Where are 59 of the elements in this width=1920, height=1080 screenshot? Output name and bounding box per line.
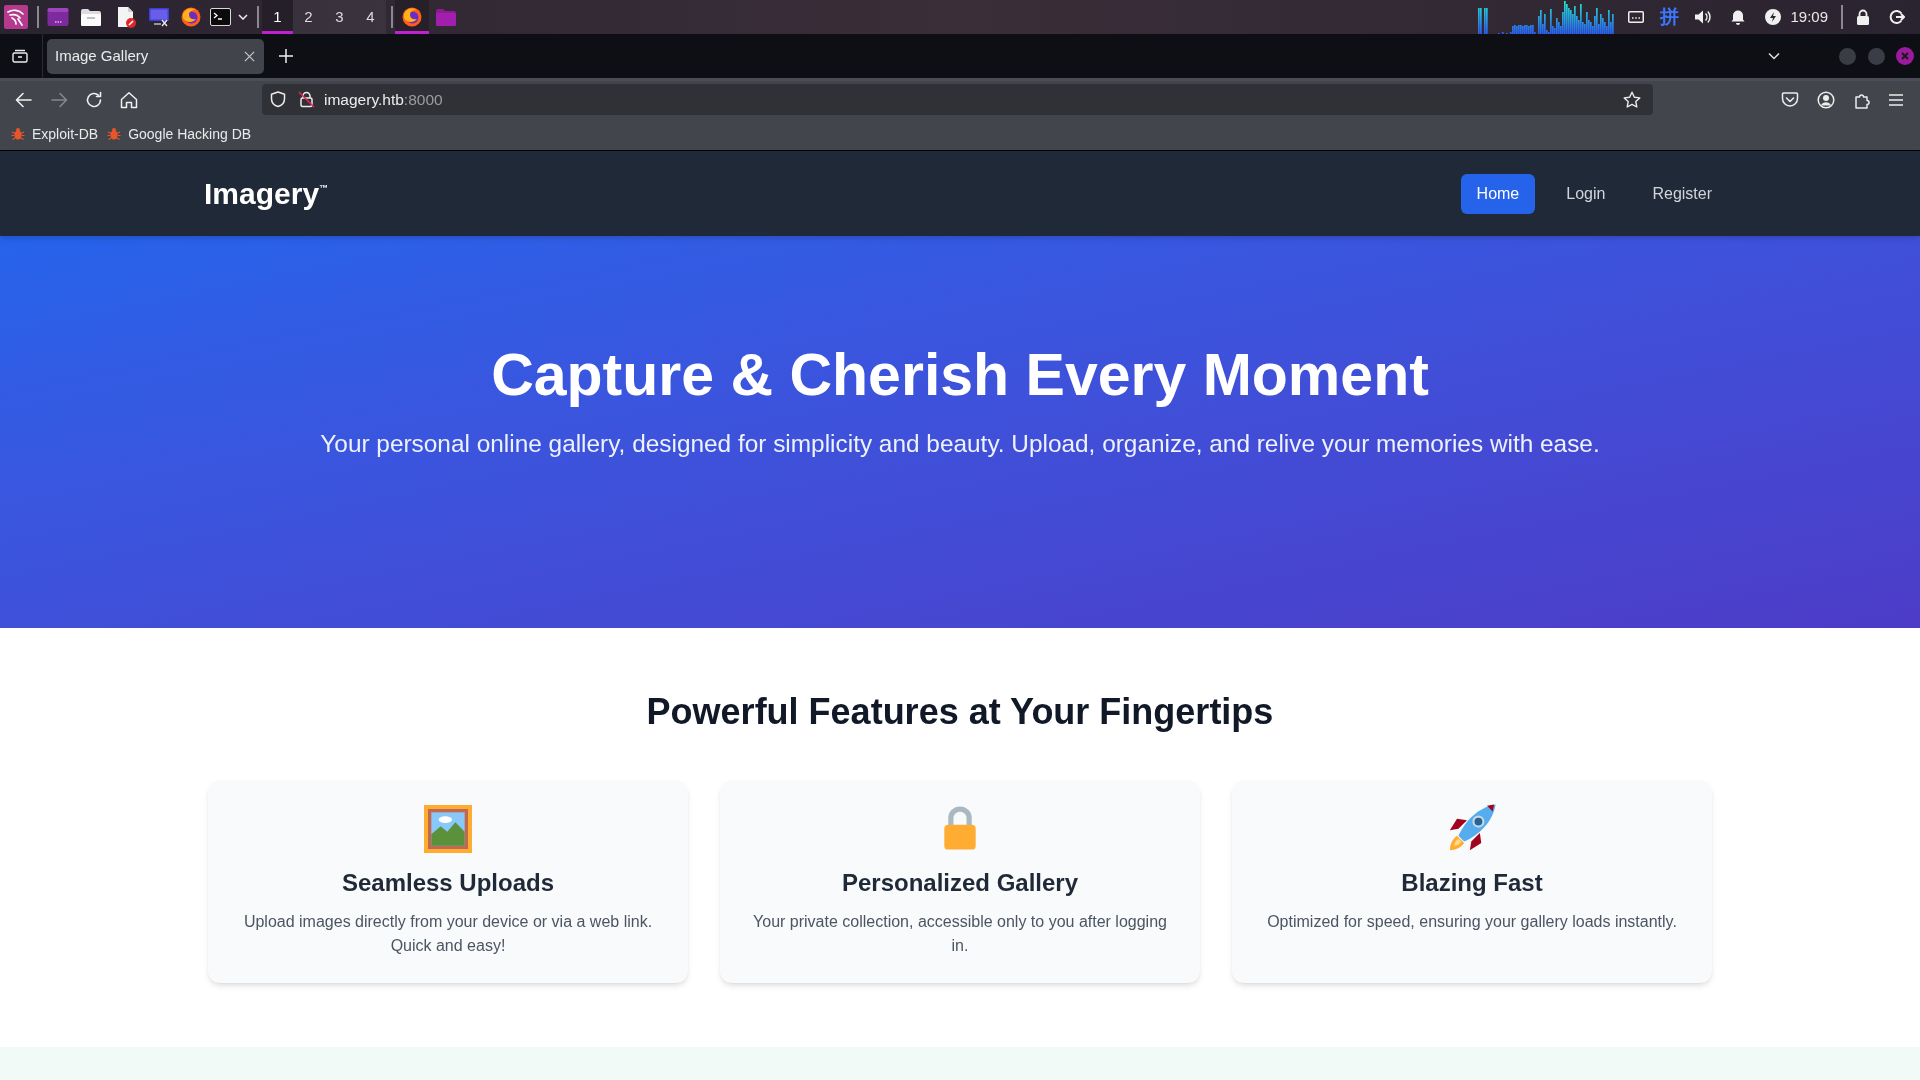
chevron-down-icon[interactable]	[1768, 52, 1780, 60]
close-icon[interactable]	[1896, 47, 1914, 65]
document-edit-icon[interactable]	[116, 6, 136, 28]
monitor-icon[interactable]	[148, 7, 170, 27]
nav-link[interactable]: Home	[1460, 173, 1536, 214]
browser-icon[interactable]	[181, 7, 201, 27]
volume-icon[interactable]	[1694, 9, 1713, 25]
shield-icon[interactable]	[270, 91, 286, 108]
bookmark-link[interactable]: Exploit-DB	[11, 123, 99, 145]
workspace-button[interactable]: 3	[324, 0, 355, 34]
bolt-icon[interactable]	[1765, 9, 1782, 25]
close-icon[interactable]	[244, 50, 255, 62]
clock[interactable]: 19:09	[1790, 5, 1828, 29]
bookmark-link[interactable]: Google Hacking DB	[107, 123, 252, 145]
hero-subtitle: Your personal online gallery, designed for simplicity and beauty. Upload, organize, and relive your memories with ease.	[320, 429, 1600, 459]
hero-title: Capture & Cherish Every Moment	[491, 345, 1429, 405]
rocket-icon	[1447, 803, 1497, 853]
site-logo[interactable]: Imagery$^{™}$	[192, 171, 329, 216]
bell-icon[interactable]	[1730, 9, 1747, 25]
logout-icon[interactable]	[1889, 9, 1905, 25]
taskbar-window-button[interactable]	[395, 0, 429, 34]
tray-icon[interactable]	[12, 49, 28, 63]
card-title: Blazing Fast	[1401, 868, 1543, 898]
network-icon[interactable]	[1628, 11, 1645, 23]
card-title: Personalized Gallery	[841, 868, 1079, 898]
nav-link[interactable]: Register	[1636, 173, 1728, 214]
workspace-button[interactable]: 4	[355, 0, 386, 34]
workspace-button[interactable]: 1	[262, 0, 293, 34]
account-icon[interactable]	[1817, 90, 1835, 109]
framed-picture-icon	[424, 805, 472, 853]
star-icon[interactable]	[1623, 90, 1641, 109]
browser-icon	[402, 7, 422, 27]
pocket-icon[interactable]	[1781, 91, 1799, 108]
card-title: Seamless Uploads	[341, 868, 555, 898]
input-method-indicator[interactable]: 拼	[1660, 7, 1680, 27]
workspace-button[interactable]: 2	[293, 0, 324, 34]
card-description: Upload images directly from your device or via a web link. Quick and easy!	[242, 912, 654, 956]
lock-icon[interactable]	[1856, 9, 1870, 25]
bug-icon	[11, 127, 25, 141]
section-heading: Powerful Features at Your Fingertips	[646, 692, 1274, 732]
address-bar[interactable]: imagery.htb:8000	[262, 84, 1653, 115]
reload-icon[interactable]	[85, 90, 103, 109]
back-icon[interactable]	[15, 90, 33, 109]
browser-tab[interactable]: Image Gallery	[47, 38, 264, 74]
bug-icon	[107, 127, 122, 141]
home-icon[interactable]	[120, 90, 138, 109]
folder-icon[interactable]	[80, 7, 102, 27]
terminal-icon[interactable]	[210, 8, 231, 26]
logo-icon[interactable]	[4, 5, 28, 29]
nav-link[interactable]: Login	[1550, 173, 1622, 214]
menu-icon[interactable]	[1888, 91, 1904, 108]
lock-slash-icon[interactable]	[298, 91, 315, 108]
app-window-icon[interactable]	[47, 7, 69, 27]
card-description: Optimized for speed, ensuring your gallery loads instantly.	[1267, 912, 1677, 932]
caret-down-icon[interactable]	[238, 14, 248, 20]
plus-icon[interactable]	[279, 49, 293, 63]
padlock-icon	[943, 803, 977, 853]
card-description: Your private collection, accessible only to you after logging in.	[752, 912, 1168, 956]
folder-icon	[435, 7, 457, 27]
